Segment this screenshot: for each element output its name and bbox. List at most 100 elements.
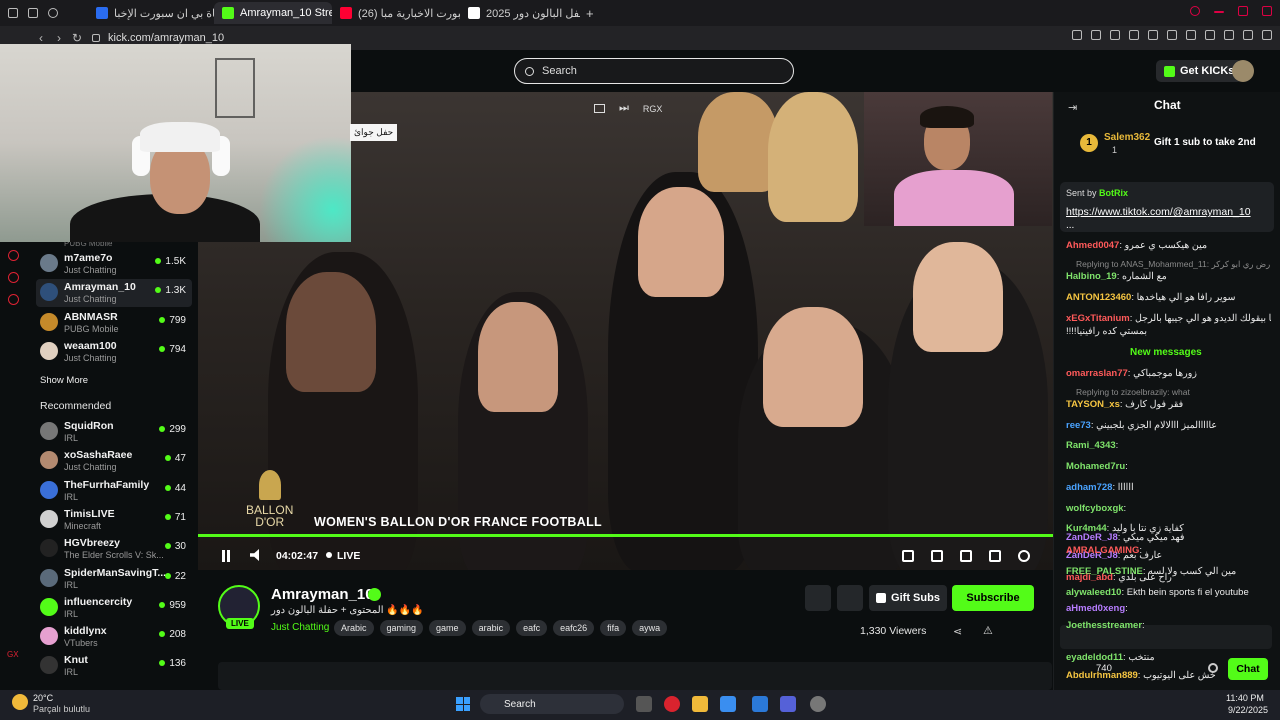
chat-username[interactable]: eyadeldod11 (1066, 652, 1123, 663)
chat-username[interactable]: AMRALGAMING (1066, 545, 1139, 556)
get-kicks-button[interactable]: Get KICKs (1156, 60, 1243, 82)
task-view-icon[interactable] (636, 696, 652, 712)
chat-username[interactable]: ree73 (1066, 420, 1091, 431)
app-icon[interactable] (810, 696, 826, 712)
store-icon[interactable] (752, 696, 768, 712)
workspaces-icon[interactable] (28, 8, 38, 18)
chat-username[interactable]: wolfcyboxgk (1066, 503, 1124, 514)
report-icon[interactable]: ⚠ (983, 624, 993, 637)
pinned-sender-name[interactable]: BotRix (1099, 188, 1128, 198)
tag-chip[interactable]: game (429, 620, 466, 636)
download-icon[interactable] (1224, 30, 1234, 40)
close-icon[interactable] (1262, 6, 1272, 16)
back-button[interactable]: ‹ (32, 31, 50, 45)
reload-button[interactable]: ↻ (68, 31, 86, 45)
opera-gx-icon[interactable] (664, 696, 680, 712)
notification-bell-button[interactable] (805, 585, 831, 611)
chat-username[interactable]: majdi_abd (1066, 572, 1113, 583)
chat-username[interactable]: TAYSON_xs (1066, 399, 1120, 410)
skip-icon[interactable]: ⏭ (619, 102, 629, 115)
gift-cta[interactable]: Gift 1 sub to take 2nd (1154, 137, 1256, 148)
chat-username[interactable]: Halbino_19 (1066, 271, 1117, 282)
channel-row[interactable]: kiddlynx VTubers 208 (36, 623, 192, 651)
copilot-icon[interactable] (720, 696, 736, 712)
chat-username[interactable]: Rami_4343 (1066, 440, 1116, 451)
tag-chip[interactable]: aywa (632, 620, 668, 636)
extensions-icon[interactable] (1186, 30, 1196, 40)
browser-menu-icon[interactable] (8, 8, 18, 18)
channel-name[interactable]: Amrayman_10 (271, 586, 374, 603)
search-input[interactable]: Search (514, 58, 794, 84)
chat-username[interactable]: xEGxTitanium (1066, 313, 1130, 324)
channel-row[interactable]: xoSashaRaee Just Chatting 47 (36, 447, 192, 475)
volume-icon[interactable] (250, 549, 259, 561)
chat-username[interactable]: Abdulrhman889 (1066, 670, 1138, 681)
channel-row[interactable]: SquidRon IRL 299 (36, 418, 192, 446)
shield-icon[interactable] (1110, 30, 1120, 40)
channel-row[interactable]: influencercity IRL 959 (36, 594, 192, 622)
chat-username[interactable]: ANTON123460 (1066, 292, 1131, 303)
new-tab-button[interactable]: + (586, 6, 594, 21)
chat-username[interactable]: omarraslan77 (1066, 368, 1128, 379)
tab-3[interactable]: حفل البالون دور 2025 - arch (460, 2, 580, 24)
settings-icon[interactable] (1243, 30, 1253, 40)
tab-1[interactable]: Amrayman_10 Stream (214, 2, 332, 24)
following-icon[interactable] (8, 250, 19, 261)
channel-row[interactable]: Knut IRL 136 (36, 652, 192, 680)
player-settings-icon[interactable] (1018, 550, 1030, 562)
url-field[interactable]: kick.com/amrayman_10 (108, 32, 224, 44)
live-indicator[interactable]: LIVE (326, 550, 360, 562)
channel-row[interactable]: m7ame7o Just Chatting 1.5K (36, 250, 192, 278)
gift-subs-button[interactable]: Gift Subs (869, 585, 947, 611)
minimize-icon[interactable] (1214, 11, 1224, 13)
tag-chip[interactable]: arabic (471, 620, 511, 636)
maximize-icon[interactable] (1238, 6, 1248, 16)
follow-heart-button[interactable] (837, 585, 863, 611)
tab-0[interactable]: قناة بي ان سبورت الإخبا (88, 2, 214, 24)
chat-username[interactable]: aHmed0xeng (1066, 603, 1125, 614)
chat-username[interactable]: Mohamed7ru (1066, 461, 1125, 472)
channel-row[interactable]: ABNMASR PUBG Mobile 799 (36, 309, 192, 337)
fullscreen-icon[interactable] (989, 550, 1001, 562)
tag-chip[interactable]: gaming (379, 620, 424, 636)
tag-chip[interactable]: eafc (516, 620, 548, 636)
taskbar-search[interactable]: Search (480, 694, 624, 714)
forward-button[interactable]: › (50, 31, 68, 45)
taskbar-date[interactable]: 9/22/2025 (1228, 705, 1268, 715)
share-icon[interactable]: ⋖ (953, 625, 962, 638)
pause-button[interactable] (220, 550, 232, 562)
weather-icon[interactable] (12, 694, 28, 710)
channel-row[interactable]: weaam100 Just Chatting 794 (36, 338, 192, 366)
chat-username[interactable]: adham728 (1066, 482, 1112, 493)
miniplayer-icon[interactable] (902, 550, 914, 562)
tab-2[interactable]: (26) بين سبورت الاخبارية مبا (332, 2, 460, 24)
screenshot-icon[interactable] (1091, 30, 1101, 40)
clip-icon[interactable] (931, 550, 943, 562)
browse-icon[interactable] (8, 272, 19, 283)
subscribe-button[interactable]: Subscribe (952, 585, 1034, 611)
bookmark-icon[interactable] (1072, 30, 1082, 40)
wallet-icon[interactable] (1129, 30, 1139, 40)
category-link[interactable]: Just Chatting (271, 622, 329, 633)
theater-icon[interactable] (960, 550, 972, 562)
channel-row[interactable]: TheFurrhaFamily IRL 44 (36, 477, 192, 505)
file-explorer-icon[interactable] (692, 696, 708, 712)
start-button[interactable] (456, 697, 470, 711)
settings-gear-icon[interactable] (8, 294, 19, 305)
chat-username[interactable]: alywaleed10 (1066, 587, 1121, 598)
tag-chip[interactable]: Arabic (334, 620, 374, 636)
live-progress-bar[interactable] (198, 534, 1053, 537)
channel-row[interactable]: SpiderManSavingT... IRL 22 (36, 565, 192, 593)
collapse-chat-icon[interactable]: ⇥ (1068, 101, 1077, 114)
channel-row[interactable]: HGVbreezy The Elder Scrolls V: Sk... 30 (36, 535, 192, 563)
weather-temp[interactable]: 20°C (33, 693, 53, 703)
tag-chip[interactable]: eafc26 (553, 620, 595, 636)
history-icon[interactable] (48, 8, 58, 18)
search-tabs-icon[interactable] (1190, 6, 1200, 16)
battery-icon[interactable] (1205, 30, 1215, 40)
channel-row[interactable]: Amrayman_10 Just Chatting 1.3K (36, 279, 192, 308)
more-icon[interactable] (1262, 30, 1272, 40)
taskbar-clock[interactable]: 11:40 PM (1226, 693, 1264, 703)
heart-icon[interactable] (1167, 30, 1177, 40)
top-gifter-name[interactable]: Salem362 (1104, 132, 1150, 143)
